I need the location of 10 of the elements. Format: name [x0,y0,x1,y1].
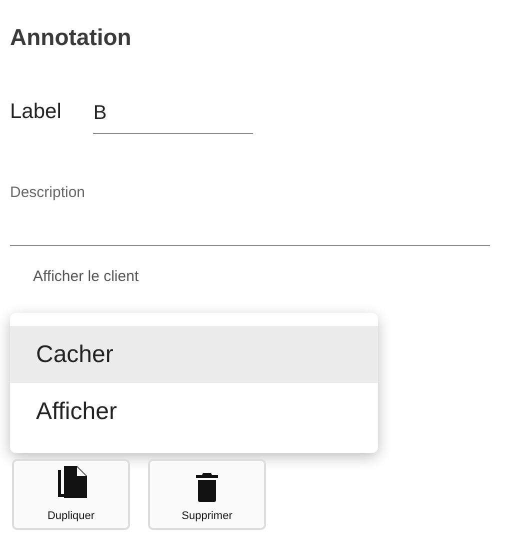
section-title: Annotation [10,23,132,52]
trash-icon [196,472,218,502]
select-label: Afficher le client [33,268,140,285]
menu-item[interactable]: Afficher [10,383,378,440]
menu-item[interactable]: Cacher [10,326,378,383]
description-field[interactable]: Description [10,184,490,246]
duplicate-button[interactable]: Dupliquer [12,459,130,530]
delete-button[interactable]: Supprimer [148,459,266,530]
field-label: Label [10,100,62,125]
label-input[interactable]: B [93,102,254,134]
